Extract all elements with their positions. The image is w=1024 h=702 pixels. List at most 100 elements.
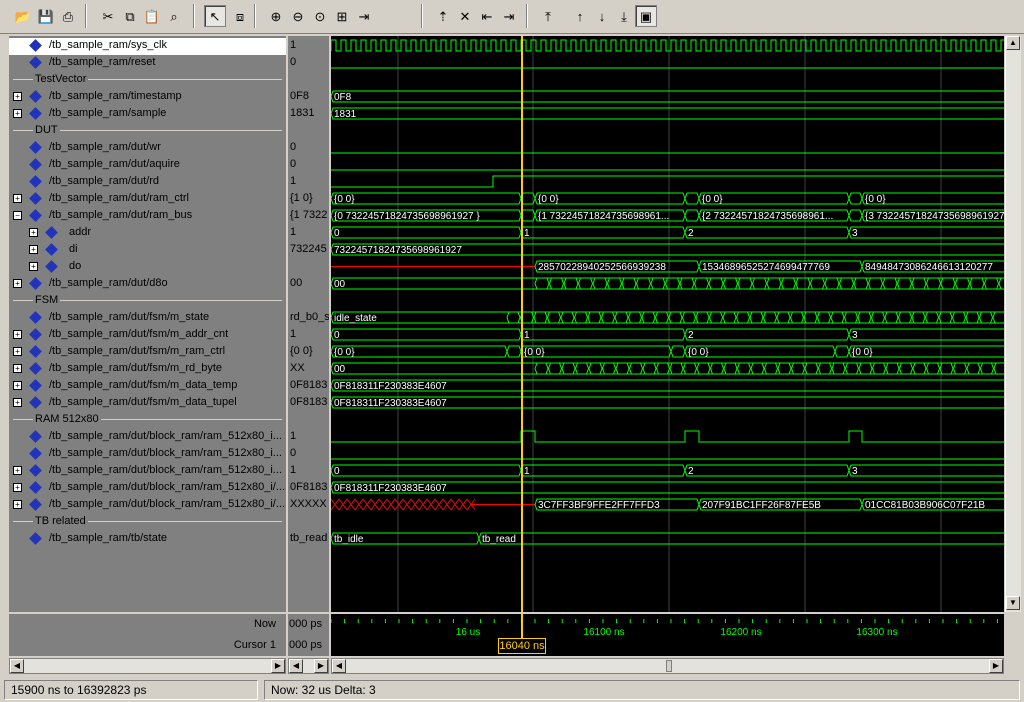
expand-icon[interactable]: + — [29, 262, 38, 271]
signal-row[interactable]: +/tb_sample_ram/dut/fsm/m_addr_cnt — [9, 326, 286, 343]
signal-row[interactable]: /tb_sample_ram/tb/state — [9, 530, 286, 547]
zoom-mode-button[interactable]: ⧈ — [229, 5, 251, 27]
expand-icon[interactable]: + — [13, 347, 22, 356]
signal-row[interactable]: /tb_sample_ram/dut/wr — [9, 139, 286, 156]
expand-icon[interactable]: + — [13, 483, 22, 492]
signal-row[interactable]: + /tb_sample_ram/dut/fsm/m_data_tupel — [9, 394, 286, 411]
signal-name: di — [69, 243, 78, 255]
save-button[interactable]: 💾 — [35, 5, 57, 27]
signal-row[interactable]: + do — [9, 258, 286, 275]
d8o-toggle — [722, 277, 739, 290]
cut-button[interactable]: ✂ — [97, 5, 119, 27]
find-first-icon: ⤒ — [545, 8, 551, 24]
signal-row[interactable]: −/tb_sample_ram/dut/ram_bus — [9, 207, 286, 224]
wave-hscrollbar[interactable]: ◀ ▶ — [331, 658, 1004, 674]
find-first-button[interactable]: ⤒ — [537, 5, 559, 27]
signal-row[interactable]: + di — [9, 241, 286, 258]
scroll-right-arrow[interactable]: ▶ — [271, 659, 285, 673]
signal-row[interactable]: /tb_sample_ram/dut/block_ram/ram_512x80_… — [9, 445, 286, 462]
scroll-right-arrow[interactable]: ▶ — [989, 659, 1003, 673]
sample-bus-segment — [331, 107, 1004, 120]
waveform-canvas[interactable]: 0F8 1831 {0 0} {0 0} {0 0} {0 0} {0 7322457182… — [331, 36, 1004, 612]
copy-button[interactable]: ⧉ — [119, 5, 141, 27]
prev-edge-button[interactable]: ⇤ — [476, 5, 498, 27]
signal-row[interactable]: + /tb_sample_ram/dut/block_ram/ram_512x80… — [9, 479, 286, 496]
expand-icon[interactable]: + — [13, 364, 22, 373]
values-hscrollbar[interactable]: ◀ ▶ — [288, 658, 329, 674]
insert-cursor-button[interactable]: ⇡ — [432, 5, 454, 27]
toolbar-separator — [254, 4, 256, 28]
signal-row[interactable]: +/tb_sample_ram/sample — [9, 105, 286, 122]
divider-tb-related[interactable]: TB related — [9, 513, 286, 530]
signal-row[interactable]: +/tb_sample_ram/dut/ram_ctrl — [9, 190, 286, 207]
divider-dut[interactable]: DUT — [9, 122, 286, 139]
expand-icon[interactable]: + — [13, 330, 22, 339]
dock-button[interactable]: ▣ — [635, 5, 657, 27]
signal-row[interactable]: +/tb_sample_ram/dut/d8o — [9, 275, 286, 292]
signal-row[interactable]: +/tb_sample_ram/dut/fsm/m_ram_ctrl — [9, 343, 286, 360]
paste-button[interactable]: 📋 — [141, 5, 163, 27]
expand-icon[interactable]: + — [13, 466, 22, 475]
scroll-left-arrow[interactable]: ◀ — [10, 659, 24, 673]
m-state-toggle — [762, 311, 778, 324]
expand-icon[interactable]: + — [13, 500, 22, 509]
scroll-down-arrow[interactable]: ▼ — [1006, 596, 1020, 610]
find-last-button[interactable]: ⤓ — [613, 5, 635, 27]
signal-row[interactable]: +/tb_sample_ram/dut/fsm/m_rd_byte — [9, 360, 286, 377]
scroll-thumb[interactable] — [666, 660, 672, 672]
zoom-out-button[interactable]: ⊖ — [287, 5, 309, 27]
open-button[interactable]: 📂 — [12, 5, 34, 27]
expand-icon[interactable]: + — [13, 109, 22, 118]
signal-row[interactable]: + /tb_sample_ram/dut/block_ram/ram_512x80… — [9, 496, 286, 513]
expand-icon[interactable]: + — [13, 279, 22, 288]
m-rd-byte-toggle — [547, 362, 563, 375]
divider-testvector[interactable]: TestVector — [9, 71, 286, 88]
scroll-right-arrow[interactable]: ▶ — [314, 659, 328, 673]
signal-row[interactable]: /tb_sample_ram/dut/block_ram/ram_512x80_… — [9, 428, 286, 445]
m-rd-byte-toggle — [979, 362, 995, 375]
signal-row[interactable]: /tb_sample_ram/dut/rd — [9, 173, 286, 190]
m-state-toggle — [843, 311, 859, 324]
zoom-range-button[interactable]: ⇥ — [353, 5, 375, 27]
expand-icon[interactable]: + — [29, 245, 38, 254]
signal-row[interactable]: +/tb_sample_ram/timestamp — [9, 88, 286, 105]
zoom-fit-button[interactable]: ⊙ — [309, 5, 331, 27]
find-last-icon: ⤓ — [621, 8, 627, 24]
delete-cursor-button[interactable]: ✕ — [454, 5, 476, 27]
cursor-time-label[interactable]: 16040 ns — [498, 638, 546, 654]
names-hscrollbar[interactable]: ◀ ▶ — [9, 658, 286, 674]
find-prev-button[interactable]: ↑ — [569, 5, 591, 27]
signal-row[interactable]: + /tb_sample_ram/dut/block_ram/ram_512x80… — [9, 462, 286, 479]
divider-fsm[interactable]: FSM — [9, 292, 286, 309]
expand-icon[interactable]: + — [13, 398, 22, 407]
print-button[interactable]: ⎙ — [57, 5, 79, 27]
expand-icon[interactable]: + — [13, 194, 22, 203]
find-next-button[interactable]: ↓ — [591, 5, 613, 27]
next-edge-button[interactable]: ⇥ — [498, 5, 520, 27]
scroll-up-arrow[interactable]: ▲ — [1006, 36, 1020, 50]
divider-ram-512x80[interactable]: RAM 512x80 — [9, 411, 286, 428]
signal-value: 0 — [290, 56, 297, 68]
signal-row[interactable]: /tb_sample_ram/sys_clk — [9, 37, 286, 54]
expand-icon[interactable]: + — [13, 381, 22, 390]
m-rd-byte-toggle — [912, 362, 927, 375]
signal-value: 0 — [290, 141, 297, 153]
signal-row[interactable]: + addr — [9, 224, 286, 241]
collapse-icon[interactable]: − — [13, 211, 22, 220]
signal-row[interactable]: /tb_sample_ram/dut/fsm/m_state — [9, 309, 286, 326]
zoom-in-button[interactable]: ⊕ — [265, 5, 287, 27]
waveform-pane[interactable]: 0F8 1831 {0 0} {0 0} {0 0} {0 0} {0 7322457182… — [331, 36, 1004, 612]
select-mode-button[interactable]: ↖ — [204, 5, 226, 27]
m-addr-cnt-bus-segment — [684, 328, 850, 341]
scroll-left-arrow[interactable]: ◀ — [332, 659, 346, 673]
time-ruler[interactable]: 16 us 16100 ns 16200 ns 16300 ns 16040 ns — [330, 614, 1004, 656]
expand-icon[interactable]: + — [13, 92, 22, 101]
signal-row[interactable]: /tb_sample_ram/reset — [9, 54, 286, 71]
vertical-scrollbar[interactable]: ▲ ▼ — [1005, 36, 1021, 612]
find-button[interactable]: ⌕ — [163, 5, 185, 27]
zoom-cursor-button[interactable]: ⊞ — [331, 5, 353, 27]
expand-icon[interactable]: + — [29, 228, 38, 237]
signal-row[interactable]: + /tb_sample_ram/dut/fsm/m_data_temp — [9, 377, 286, 394]
signal-row[interactable]: /tb_sample_ram/dut/aquire — [9, 156, 286, 173]
scroll-left-arrow[interactable]: ◀ — [289, 659, 303, 673]
